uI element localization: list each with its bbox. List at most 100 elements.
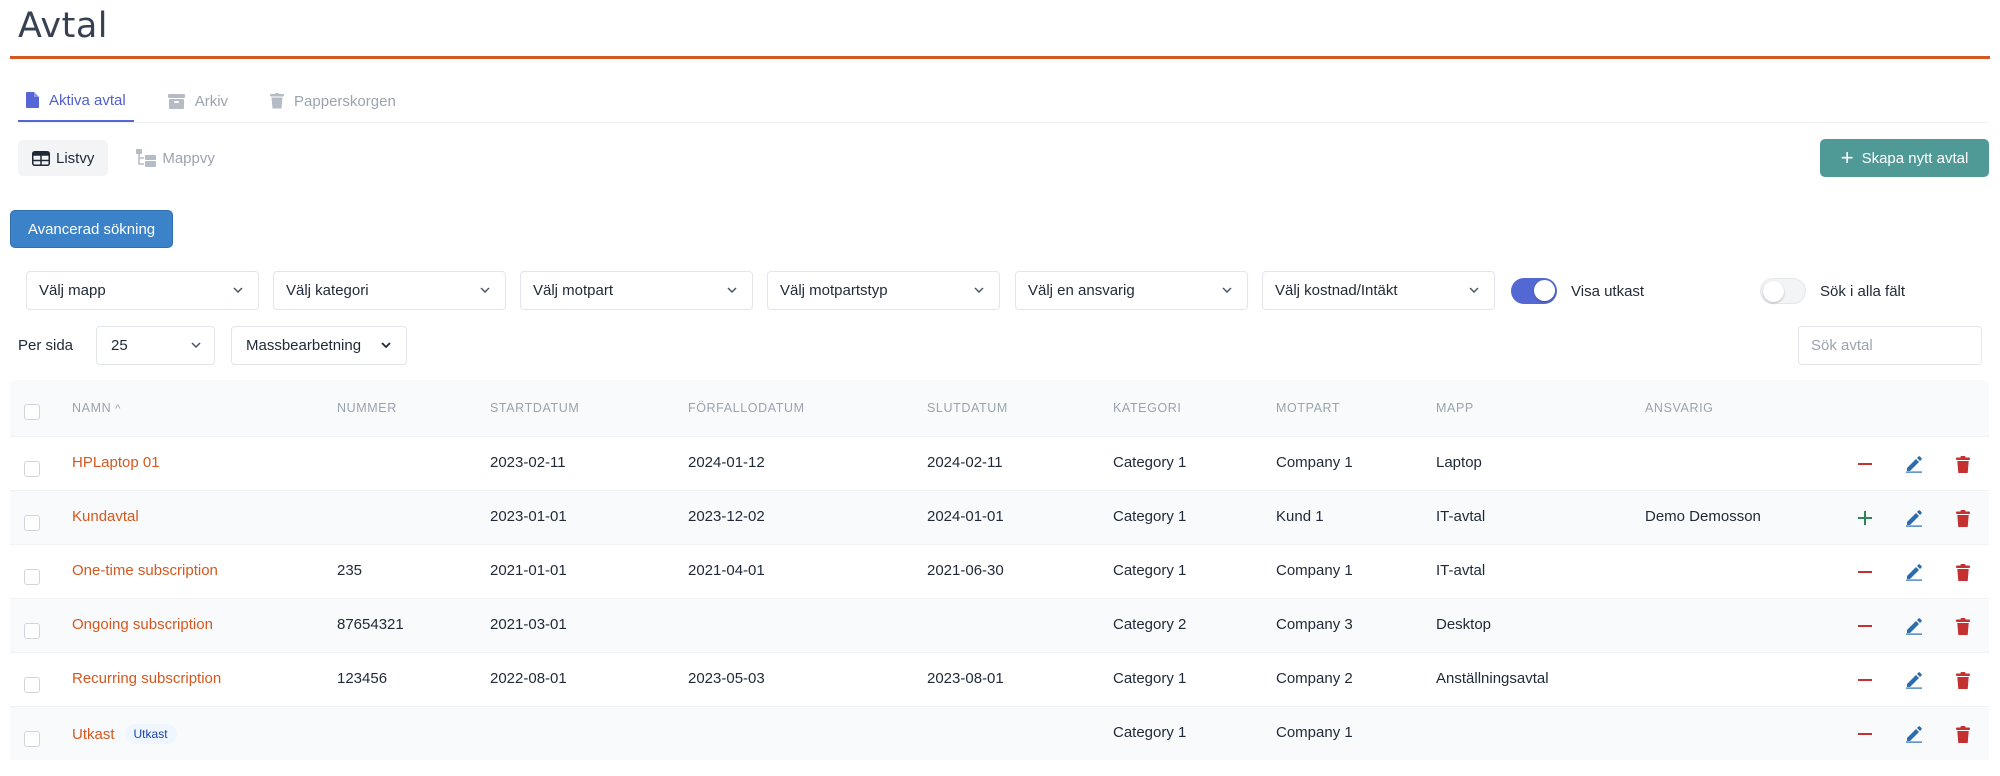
edit-icon[interactable] — [1902, 452, 1926, 476]
tab-archive[interactable]: Arkiv — [160, 80, 236, 122]
tab-label: Papperskorgen — [294, 92, 396, 110]
chevron-down-icon — [974, 287, 984, 294]
row-checkbox[interactable] — [24, 461, 40, 477]
column-header-category[interactable]: KATEGORI — [1113, 401, 1181, 415]
chevron-down-icon — [1222, 287, 1232, 294]
column-header-owner[interactable]: ANSVARIG — [1645, 401, 1713, 415]
folder-view-button[interactable]: Mappvy — [122, 140, 229, 176]
party-type-select-value: Välj motpartstyp — [780, 282, 888, 299]
chevron-down-icon — [191, 342, 201, 349]
delete-icon[interactable] — [1951, 560, 1975, 584]
tab-trash[interactable]: Papperskorgen — [262, 80, 404, 122]
delete-icon[interactable] — [1951, 668, 1975, 692]
draft-badge: Utkast — [124, 724, 177, 744]
edit-icon[interactable] — [1902, 722, 1926, 746]
cell-party: Kund 1 — [1276, 508, 1324, 525]
edit-icon[interactable] — [1902, 560, 1926, 584]
folder-select[interactable]: Välj mapp — [26, 271, 259, 310]
minus-icon[interactable] — [1853, 452, 1877, 476]
search-input[interactable] — [1798, 326, 1982, 365]
create-contract-button[interactable]: + Skapa nytt avtal — [1820, 139, 1989, 177]
contract-name-link[interactable]: One-time subscription — [72, 562, 218, 579]
party-select[interactable]: Välj motpart — [520, 271, 753, 310]
cell-folder: Anställningsavtal — [1436, 670, 1549, 687]
show-drafts-toggle[interactable] — [1511, 278, 1557, 304]
advanced-search-button[interactable]: Avancerad sökning — [10, 210, 173, 248]
column-header-end[interactable]: SLUTDATUM — [927, 401, 1008, 415]
delete-icon[interactable] — [1951, 722, 1975, 746]
delete-icon[interactable] — [1951, 614, 1975, 638]
edit-icon[interactable] — [1902, 668, 1926, 692]
archive-icon — [167, 93, 185, 109]
column-header-start[interactable]: STARTDATUM — [490, 401, 579, 415]
cell-category: Category 1 — [1113, 724, 1187, 741]
minus-icon[interactable] — [1853, 560, 1877, 584]
cell-number: 87654321 — [337, 616, 404, 633]
folder-select-value: Välj mapp — [39, 282, 106, 299]
cell-party: Company 3 — [1276, 616, 1353, 633]
contracts-table: NAMN ^ NUMMER STARTDATUM FÖRFALLODATUM S… — [10, 380, 1989, 760]
cost-income-select[interactable]: Välj kostnad/Intäkt — [1262, 271, 1495, 310]
list-view-button[interactable]: Listvy — [18, 140, 109, 176]
contract-name-cell: Utkast Utkast — [72, 724, 177, 744]
cell-end: 2024-02-11 — [927, 454, 1003, 471]
contract-name-link[interactable]: Utkast — [72, 726, 115, 743]
edit-icon[interactable] — [1902, 614, 1926, 638]
cell-folder: IT-avtal — [1436, 562, 1486, 579]
column-header-folder[interactable]: MAPP — [1436, 401, 1474, 415]
column-header-name[interactable]: NAMN ^ — [72, 401, 121, 415]
row-checkbox[interactable] — [24, 731, 40, 747]
column-header-number[interactable]: NUMMER — [337, 401, 397, 415]
cell-start: 2023-02-11 — [490, 454, 566, 471]
category-select-value: Välj kategori — [286, 282, 369, 299]
table-row: HPLaptop 01 2023-02-11 2024-01-12 2024-0… — [10, 436, 1989, 490]
tabs-divider — [18, 122, 1988, 123]
owner-select[interactable]: Välj en ansvarig — [1015, 271, 1248, 310]
create-contract-label: Skapa nytt avtal — [1861, 149, 1969, 167]
tab-active-contracts[interactable]: Aktiva avtal — [18, 80, 134, 122]
table-row: Kundavtal 2023-01-01 2023-12-02 2024-01-… — [10, 490, 1989, 544]
cell-owner: Demo Demosson — [1645, 508, 1761, 525]
row-checkbox[interactable] — [24, 677, 40, 693]
trash-icon — [270, 93, 285, 109]
mass-edit-dropdown[interactable]: Massbearbetning — [231, 326, 407, 365]
per-page-label: Per sida — [18, 337, 74, 354]
minus-icon[interactable] — [1853, 614, 1877, 638]
row-checkbox[interactable] — [24, 623, 40, 639]
minus-icon[interactable] — [1853, 668, 1877, 692]
chevron-down-icon — [727, 287, 737, 294]
title-divider — [10, 56, 1990, 59]
row-checkbox[interactable] — [24, 569, 40, 585]
search-all-fields-toggle[interactable] — [1760, 278, 1806, 304]
page-title: Avtal — [18, 6, 108, 46]
tab-bar: Aktiva avtal Arkiv Papperskorgen — [18, 80, 430, 122]
cell-due: 2024-01-12 — [688, 454, 765, 471]
contract-name-link[interactable]: Ongoing subscription — [72, 616, 213, 633]
category-select[interactable]: Välj kategori — [273, 271, 506, 310]
cell-party: Company 1 — [1276, 724, 1353, 741]
row-checkbox[interactable] — [24, 515, 40, 531]
cell-category: Category 2 — [1113, 616, 1187, 633]
tab-label: Arkiv — [194, 92, 229, 110]
edit-icon[interactable] — [1902, 506, 1926, 530]
contract-name-link[interactable]: Recurring subscription — [72, 670, 221, 687]
per-page-select[interactable]: 25 — [96, 326, 215, 365]
party-type-select[interactable]: Välj motpartstyp — [767, 271, 1000, 310]
table-row: Utkast Utkast Category 1 Company 1 — [10, 706, 1989, 760]
delete-icon[interactable] — [1951, 506, 1975, 530]
plus-icon[interactable] — [1853, 506, 1877, 530]
show-drafts-toggle-group: Visa utkast — [1511, 278, 1644, 304]
chevron-down-icon — [381, 342, 391, 349]
cell-due: 2023-12-02 — [688, 508, 765, 525]
select-all-checkbox[interactable] — [24, 404, 40, 420]
minus-icon[interactable] — [1853, 722, 1877, 746]
cell-number: 235 — [337, 562, 363, 579]
cell-number: 123456 — [337, 670, 388, 687]
column-header-due[interactable]: FÖRFALLODATUM — [688, 401, 805, 415]
cell-due: 2021-04-01 — [688, 562, 765, 579]
column-header-party[interactable]: MOTPART — [1276, 401, 1340, 415]
contract-name-link[interactable]: Kundavtal — [72, 508, 139, 525]
contract-name-link[interactable]: HPLaptop 01 — [72, 454, 160, 471]
delete-icon[interactable] — [1951, 452, 1975, 476]
cell-folder: Desktop — [1436, 616, 1492, 633]
